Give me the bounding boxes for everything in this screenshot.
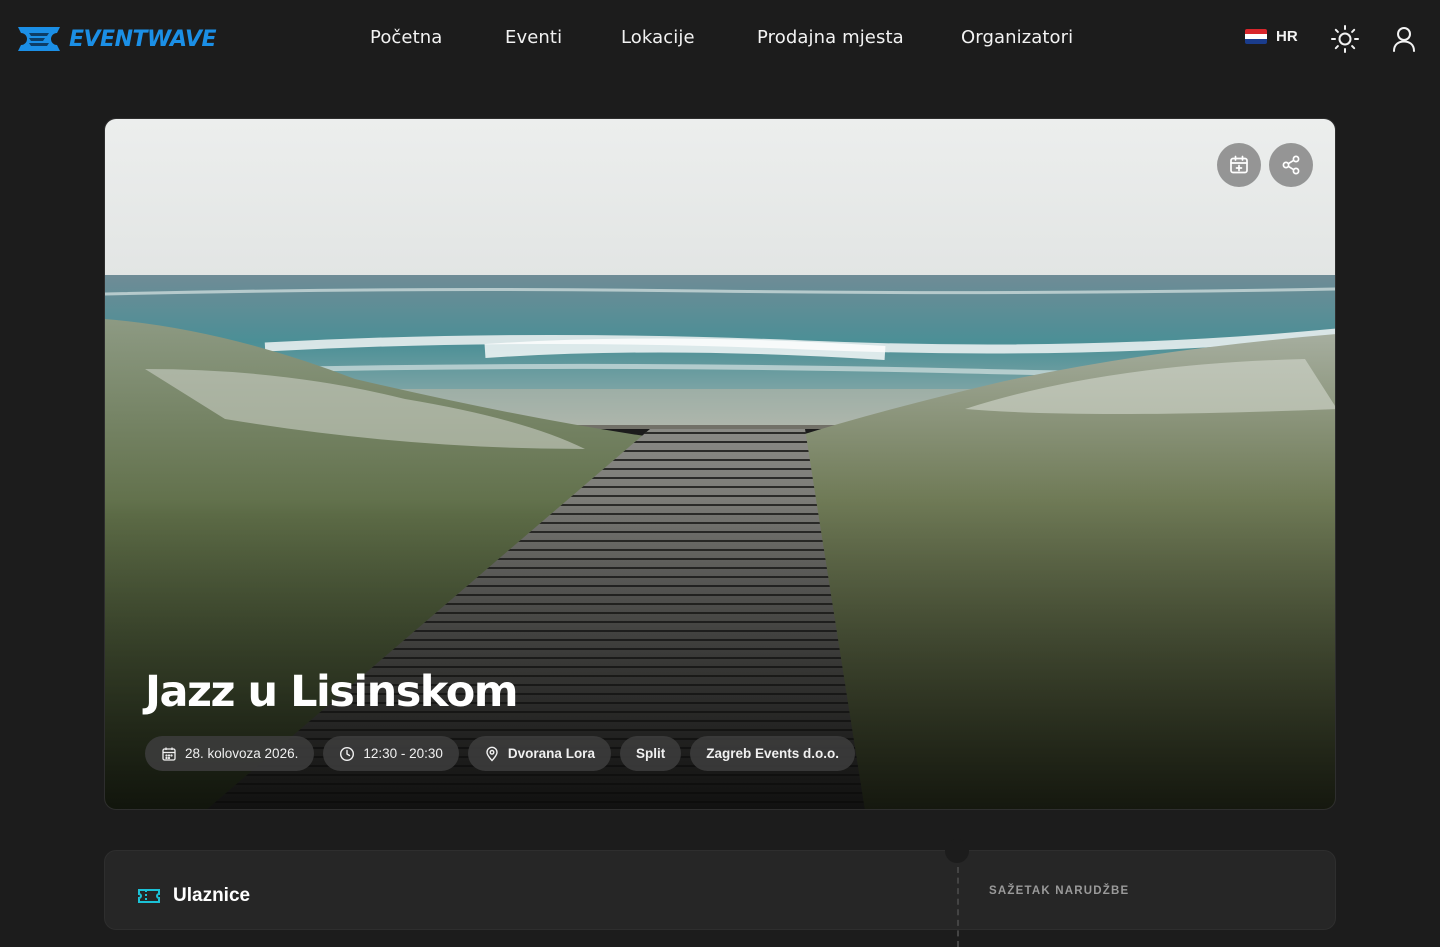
event-meta-chips: 28. kolovoza 2026. 12:30 - 20:30 Dvorana… bbox=[145, 736, 855, 771]
order-summary-heading: SAŽETAK NARUDŽBE bbox=[989, 885, 1130, 897]
event-organizer: Zagreb Events d.o.o. bbox=[706, 746, 839, 761]
event-time: 12:30 - 20:30 bbox=[363, 746, 443, 761]
eventwave-logo[interactable]: EVENTWAVE bbox=[15, 24, 217, 54]
calendar-add-icon bbox=[1230, 155, 1248, 174]
ticket-purchase-panel: Ulaznice SAŽETAK NARUDŽBE bbox=[104, 839, 1336, 947]
event-date-chip: 28. kolovoza 2026. bbox=[145, 736, 315, 771]
nav-item-lokacije[interactable]: Lokacije bbox=[621, 27, 695, 48]
event-hero: Jazz u Lisinskom 28. kolovoza 2026. 12:3… bbox=[104, 118, 1336, 810]
event-organizer-chip[interactable]: Zagreb Events d.o.o. bbox=[690, 736, 855, 771]
top-navbar: EVENTWAVE Početna Eventi Lokacije Prodaj… bbox=[0, 0, 1440, 78]
event-date: 28. kolovoza 2026. bbox=[185, 746, 299, 761]
calendar-icon bbox=[162, 747, 176, 761]
share-icon bbox=[1282, 155, 1300, 175]
tickets-heading: Ulaznice bbox=[137, 885, 250, 907]
event-venue-chip[interactable]: Dvorana Lora bbox=[467, 736, 611, 771]
event-title: Jazz u Lisinskom bbox=[145, 667, 519, 717]
nav-item-prodajna-mjesta[interactable]: Prodajna mjesta bbox=[757, 27, 904, 48]
croatia-flag-icon bbox=[1245, 29, 1267, 44]
nav-item-pocetna[interactable]: Početna bbox=[370, 27, 442, 48]
location-pin-icon bbox=[486, 746, 498, 761]
nav-item-organizatori[interactable]: Organizatori bbox=[961, 27, 1073, 48]
panel-divider bbox=[957, 867, 959, 947]
nav-item-eventi[interactable]: Eventi bbox=[505, 27, 562, 48]
ticket-icon bbox=[138, 889, 160, 903]
user-icon[interactable] bbox=[1389, 24, 1419, 54]
event-city: Split bbox=[635, 746, 666, 761]
brand-name: EVENTWAVE bbox=[69, 26, 217, 52]
clock-icon bbox=[340, 746, 355, 761]
add-to-calendar-button[interactable] bbox=[1217, 143, 1261, 187]
ticket-notch bbox=[945, 839, 969, 863]
event-time-chip: 12:30 - 20:30 bbox=[323, 736, 459, 771]
event-city-chip[interactable]: Split bbox=[619, 736, 682, 771]
language-code: HR bbox=[1276, 28, 1298, 45]
share-button[interactable] bbox=[1269, 143, 1313, 187]
tickets-heading-label: Ulaznice bbox=[173, 885, 251, 906]
sun-icon[interactable] bbox=[1330, 24, 1360, 54]
language-switcher[interactable]: HR bbox=[1245, 28, 1298, 45]
ticket-logo-icon bbox=[18, 27, 60, 51]
event-venue: Dvorana Lora bbox=[507, 746, 595, 761]
